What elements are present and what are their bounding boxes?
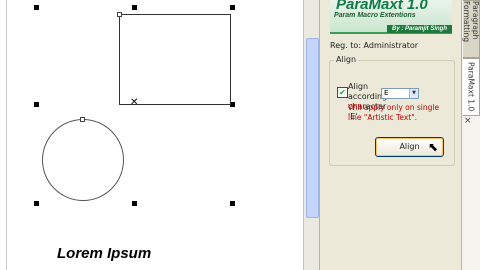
paramaxt-logo: ParaMaxt 1.0 Param Macro Extentions By :… [330,0,452,34]
ellipse-shape[interactable] [42,119,124,201]
scrollbar-thumb[interactable] [306,38,319,218]
rectangle-node[interactable] [117,12,122,17]
docker-tab-strip: Paragraph Formatting ParaMaxt 1.0 [461,0,480,270]
selection-handle-middle-left[interactable] [34,102,39,107]
align-by-character-checkbox[interactable]: ✔ [337,87,348,98]
rectangle-shape[interactable] [119,14,231,105]
selection-handle-top-right[interactable] [230,5,235,10]
selection-handle-bottom-left[interactable] [34,201,39,206]
selection-center-marker: ✕ [130,97,139,108]
mouse-pointer-icon: ⬉ [428,140,439,154]
selection-handle-top-left[interactable] [34,5,39,10]
tab-paragraph-formatting[interactable]: Paragraph Formatting [462,0,480,58]
selection-handle-bottom-right[interactable] [230,201,235,206]
close-icon[interactable]: × [464,116,472,126]
chevron-down-icon[interactable]: ▼ [409,89,418,98]
paramaxt-docker-panel: ParaMaxt 1.0 Param Macro Extentions By :… [319,0,462,270]
single-line-warning: Will apply only on single line "Artistic… [348,103,440,122]
align-character-select[interactable]: E ▼ [381,88,419,99]
registration-text: Reg. to: Administrator [330,41,419,50]
selection-handle-top-center[interactable] [132,5,137,10]
drawing-canvas[interactable]: ✕ Lorem Ipsum [0,0,303,270]
selection-handle-bottom-center[interactable] [132,201,137,206]
page-border [6,0,7,270]
align-group-title: Align [334,55,359,64]
logo-byline: By : Paramjit Singh [386,25,452,33]
tab-paramaxt[interactable]: ParaMaxt 1.0 [463,58,480,116]
artistic-text-object[interactable]: Lorem Ipsum [57,245,151,262]
logo-subtitle: Param Macro Extentions [334,12,416,19]
vertical-scrollbar[interactable] [303,0,319,270]
align-character-value: E [384,89,389,97]
align-group: Align ✔ Align according character 'E' E … [329,55,455,166]
ellipse-node[interactable] [80,117,85,122]
